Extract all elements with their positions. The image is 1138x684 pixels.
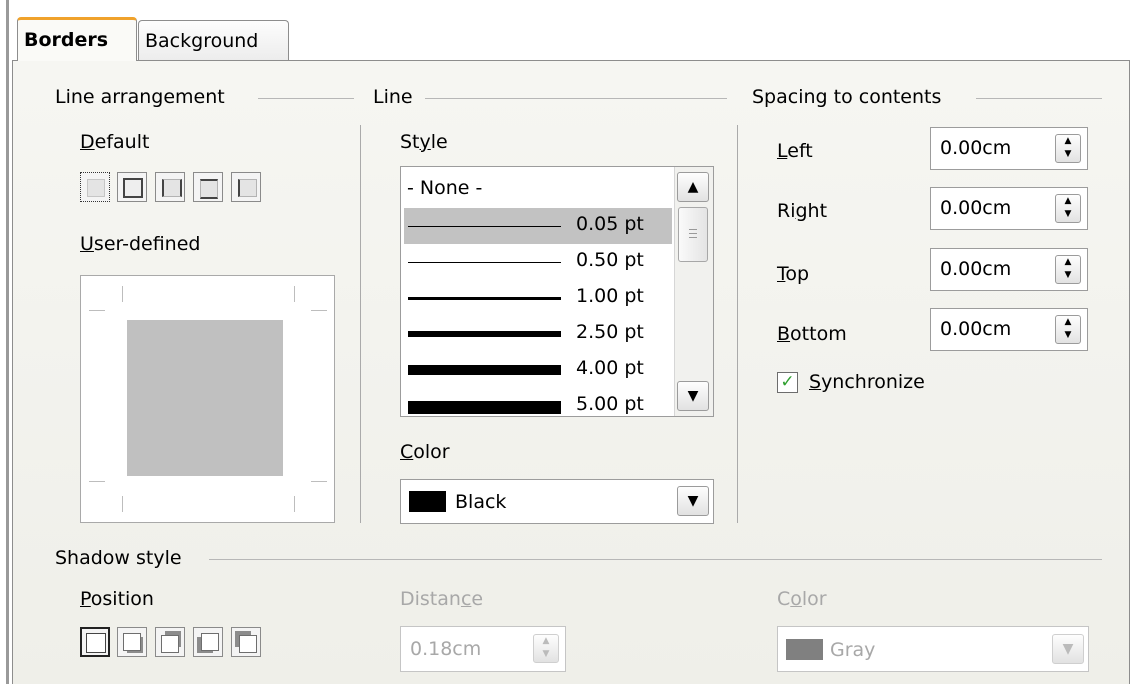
style-item-0-50pt[interactable]: 0.50 pt — [404, 244, 672, 280]
line-color-label: Color — [400, 441, 450, 463]
style-item-1-00pt[interactable]: 1.00 pt — [404, 280, 672, 316]
style-item-2-50pt[interactable]: 2.50 pt — [404, 316, 672, 352]
preset-outer-border-button[interactable] — [117, 172, 147, 202]
spin-updown-icon[interactable]: ▲ ▼ — [1055, 315, 1081, 344]
scroll-up-icon[interactable]: ▲ — [677, 172, 709, 202]
spin-updown-icon[interactable]: ▲ ▼ — [533, 634, 559, 663]
spin-updown-icon[interactable]: ▲ ▼ — [1055, 255, 1081, 284]
chevron-down-icon[interactable]: ▼ — [1052, 634, 1084, 664]
shadow-style-title: Shadow style — [55, 547, 182, 569]
style-item-5-00pt[interactable]: 5.00 pt — [404, 388, 672, 416]
shadow-bottom-left-button[interactable] — [193, 627, 223, 657]
line-rule — [425, 98, 727, 99]
shadow-distance-label: Distance — [400, 588, 484, 610]
tab-background[interactable]: Background — [138, 20, 289, 61]
line-title: Line — [373, 86, 413, 108]
default-label: Default — [80, 131, 150, 153]
style-item-none[interactable]: - None - — [404, 172, 672, 208]
line-arrangement-rule — [258, 98, 354, 99]
spin-updown-icon[interactable]: ▲ ▼ — [1055, 194, 1081, 223]
preset-left-only-button[interactable] — [231, 172, 261, 202]
shadow-color-value: Gray — [830, 639, 876, 661]
tab-background-label: Background — [145, 30, 259, 52]
shadow-none-button[interactable] — [80, 627, 110, 657]
separator-1 — [360, 125, 361, 523]
scroll-down-icon[interactable]: ▼ — [677, 381, 709, 411]
preview-content-area — [127, 320, 283, 476]
separator-2 — [737, 125, 738, 523]
user-defined-border-preview[interactable] — [80, 275, 335, 523]
spacing-top-label: Top — [777, 263, 810, 285]
line-color-swatch — [409, 491, 446, 512]
style-label: Style — [400, 131, 448, 153]
spacing-rule — [976, 98, 1102, 99]
style-item-4-00pt[interactable]: 4.00 pt — [404, 352, 672, 388]
shadow-bottom-right-button[interactable] — [117, 627, 147, 657]
tab-borders-label: Borders — [24, 29, 109, 51]
preset-top-bottom-button[interactable] — [193, 172, 223, 202]
shadow-color-dropdown[interactable]: Gray ▼ — [777, 626, 1089, 672]
window-edge — [6, 0, 9, 684]
style-list-scrollbar[interactable]: ▲ ▼ — [674, 167, 713, 416]
preset-left-right-button[interactable] — [155, 172, 185, 202]
shadow-distance-field[interactable]: 0.18cm ▲ ▼ — [400, 626, 566, 672]
chevron-down-icon[interactable]: ▼ — [677, 486, 709, 516]
spacing-title: Spacing to contents — [752, 86, 942, 108]
preset-no-borders-button[interactable] — [80, 172, 110, 202]
spin-updown-icon[interactable]: ▲ ▼ — [1055, 134, 1081, 163]
synchronize-checkbox[interactable]: ✓ — [777, 372, 798, 393]
shadow-top-right-button[interactable] — [155, 627, 185, 657]
user-defined-label: User-defined — [80, 233, 201, 255]
shadow-style-rule — [209, 559, 1102, 560]
spacing-right-label: Right — [777, 200, 828, 222]
checkmark-icon: ✓ — [780, 372, 795, 392]
scroll-thumb[interactable] — [678, 207, 708, 262]
style-item-0-05pt[interactable]: 0.05 pt — [404, 208, 672, 244]
spacing-bottom-label: Bottom — [777, 323, 847, 345]
spacing-top-field[interactable]: 0.00cm ▲ ▼ — [930, 248, 1088, 291]
line-style-list[interactable]: - None - 0.05 pt 0.50 pt 1.00 pt 2.50 pt… — [400, 166, 714, 417]
tab-borders[interactable]: Borders — [17, 17, 137, 61]
spacing-left-field[interactable]: 0.00cm ▲ ▼ — [930, 127, 1088, 170]
shadow-position-label: Position — [80, 588, 154, 610]
line-arrangement-title: Line arrangement — [55, 86, 225, 108]
synchronize-label: Synchronize — [809, 371, 925, 393]
spacing-left-label: Left — [777, 140, 813, 162]
line-color-value: Black — [455, 491, 507, 513]
shadow-top-left-button[interactable] — [231, 627, 261, 657]
line-color-dropdown[interactable]: Black ▼ — [400, 479, 714, 524]
spacing-bottom-field[interactable]: 0.00cm ▲ ▼ — [930, 308, 1088, 351]
shadow-color-label: Color — [777, 588, 827, 610]
spacing-right-field[interactable]: 0.00cm ▲ ▼ — [930, 187, 1088, 230]
shadow-color-swatch — [786, 639, 823, 660]
